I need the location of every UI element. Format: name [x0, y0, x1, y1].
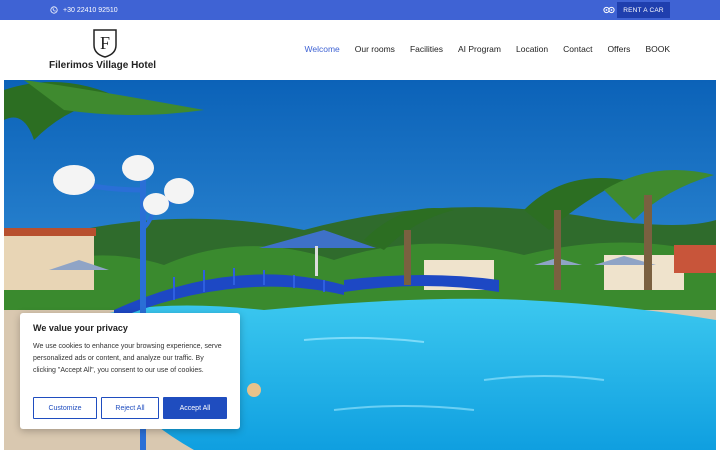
customize-button[interactable]: Customize	[33, 397, 97, 419]
cookie-consent-banner: We value your privacy We use cookies to …	[20, 313, 240, 429]
cookie-title: We value your privacy	[33, 323, 128, 333]
phone-contact[interactable]: +30 22410 92510	[50, 0, 118, 20]
rent-a-car-button[interactable]: RENT A CAR	[617, 2, 670, 18]
nav-ai-program[interactable]: AI Program	[458, 44, 501, 54]
nav-book[interactable]: BOOK	[645, 44, 670, 54]
nav-location[interactable]: Location	[516, 44, 548, 54]
cookie-buttons: Customize Reject All Accept All	[33, 397, 227, 419]
hotel-logo-icon[interactable]: F	[92, 28, 118, 58]
nav-offers[interactable]: Offers	[607, 44, 630, 54]
logo-letter: F	[100, 33, 110, 53]
nav-contact[interactable]: Contact	[563, 44, 592, 54]
nav-facilities[interactable]: Facilities	[410, 44, 443, 54]
reject-all-button[interactable]: Reject All	[101, 397, 159, 419]
accept-all-button[interactable]: Accept All	[163, 397, 227, 419]
hotel-name[interactable]: Filerimos Village Hotel	[49, 60, 156, 71]
tripadvisor-icon[interactable]	[603, 5, 615, 15]
phone-icon	[50, 6, 58, 14]
main-nav: Welcome Our rooms Facilities AI Program …	[305, 44, 671, 54]
phone-number[interactable]: +30 22410 92510	[63, 7, 118, 14]
nav-welcome[interactable]: Welcome	[305, 44, 340, 54]
top-bar: +30 22410 92510 RENT A CAR	[0, 0, 720, 20]
nav-our-rooms[interactable]: Our rooms	[355, 44, 395, 54]
site-header: F Filerimos Village Hotel Welcome Our ro…	[0, 20, 720, 80]
cookie-text: We use cookies to enhance your browsing …	[33, 343, 222, 374]
